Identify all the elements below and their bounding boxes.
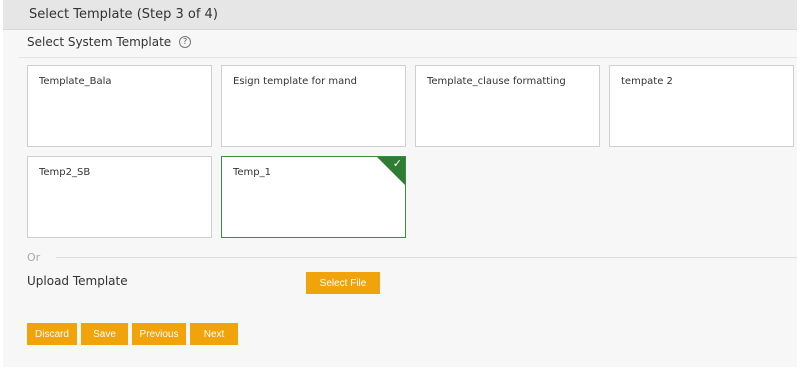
select-file-button[interactable]: Select File xyxy=(306,272,380,294)
header-bar: Select Template (Step 3 of 4) xyxy=(3,0,797,30)
template-card[interactable]: Template_Bala xyxy=(27,65,212,147)
template-card-label: Temp_1 xyxy=(233,167,272,178)
next-button[interactable]: Next xyxy=(190,323,238,345)
template-card-selected[interactable]: Temp_1 ✓ xyxy=(221,156,406,238)
template-card-label: Temp2_SB xyxy=(39,167,91,178)
page-title: Select Template (Step 3 of 4) xyxy=(29,7,218,22)
template-card[interactable]: Temp2_SB xyxy=(27,156,212,238)
template-card-label: Esign template for mand xyxy=(233,76,357,87)
template-card-label: Template_clause formatting xyxy=(427,76,566,87)
template-card-label: tempate 2 xyxy=(621,76,673,87)
discard-button[interactable]: Discard xyxy=(27,323,77,345)
section-title-label: Select System Template xyxy=(27,35,172,49)
divider xyxy=(19,57,797,58)
template-card[interactable]: Template_clause formatting xyxy=(415,65,600,147)
section-title: Select System Template ? xyxy=(27,35,192,49)
template-card-label: Template_Bala xyxy=(39,76,112,87)
template-card[interactable]: Esign template for mand xyxy=(221,65,406,147)
previous-button[interactable]: Previous xyxy=(132,323,186,345)
or-separator-label: Or xyxy=(27,251,41,264)
save-button[interactable]: Save xyxy=(81,323,128,345)
or-divider xyxy=(56,257,797,258)
template-card[interactable]: tempate 2 xyxy=(609,65,794,147)
checkmark-icon: ✓ xyxy=(392,157,402,170)
upload-template-label: Upload Template xyxy=(27,274,128,288)
question-circle-icon[interactable]: ? xyxy=(179,36,192,48)
